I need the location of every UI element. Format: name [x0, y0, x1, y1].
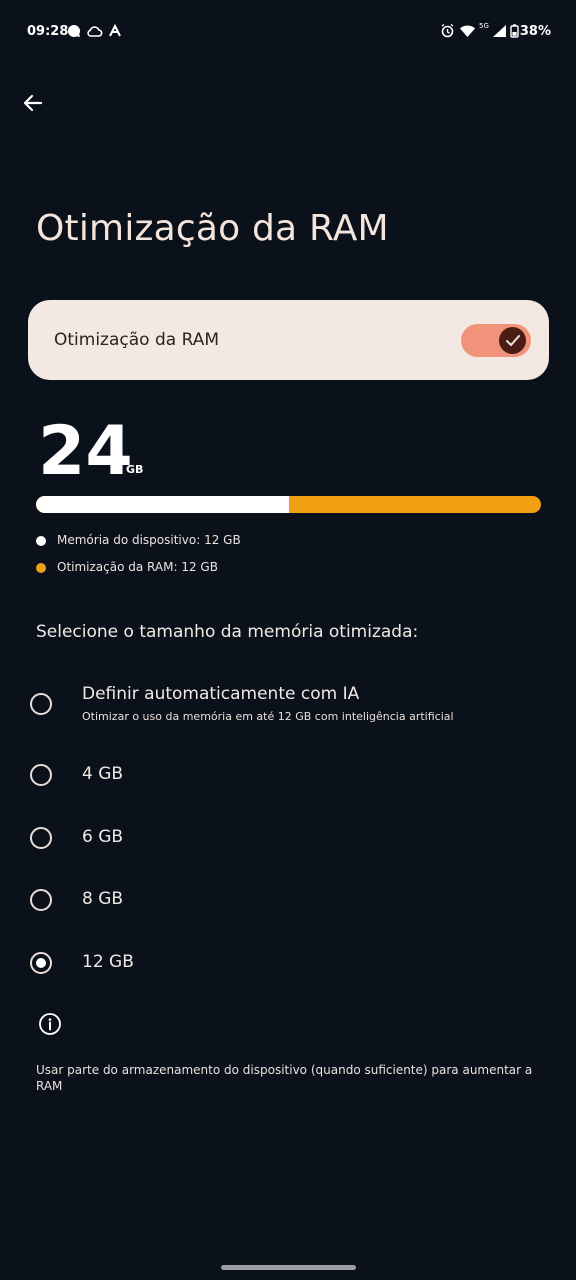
battery-percent: 38%: [519, 24, 551, 39]
ram-optimization-toggle[interactable]: [461, 324, 531, 357]
memory-bar: [36, 496, 541, 513]
status-bar: 09:28 5G 38%: [0, 0, 576, 64]
radio-6gb[interactable]: [30, 827, 52, 849]
option-label: 12 GB: [82, 952, 134, 972]
info-text: Usar parte do armazenamento do dispositi…: [36, 1063, 533, 1093]
radio-auto-ai[interactable]: [30, 693, 52, 715]
total-memory-unit: GB: [126, 463, 144, 476]
selection-heading: Selecione o tamanho da memória otimizada…: [36, 622, 419, 642]
info-icon: [39, 1013, 61, 1035]
option-8gb[interactable]: 8 GB: [0, 877, 576, 921]
chat-bubble-icon: [67, 24, 81, 37]
option-label: 4 GB: [82, 764, 124, 784]
ram-optimization-card[interactable]: Otimização da RAM: [28, 300, 549, 380]
legend-device-memory: Memória do dispositivo: 12 GB: [57, 533, 241, 547]
wifi-icon: [460, 25, 475, 37]
option-label: 6 GB: [82, 827, 124, 847]
option-label: Definir automaticamente com IA: [82, 684, 360, 704]
device-memory-fill: [36, 496, 289, 513]
option-auto-ai[interactable]: Definir automaticamente com IA Otimizar …: [0, 680, 576, 730]
back-button[interactable]: [18, 88, 48, 118]
battery-icon: [510, 24, 519, 38]
option-label: 8 GB: [82, 889, 124, 909]
option-6gb[interactable]: 6 GB: [0, 815, 576, 859]
legend-dot-ram-optimization: [36, 563, 46, 573]
check-icon: [506, 335, 520, 346]
home-indicator[interactable]: [221, 1265, 356, 1270]
total-memory-value: 24: [38, 412, 133, 491]
network-type: 5G: [479, 22, 489, 30]
option-description: Otimizar o uso da memória em até 12 GB c…: [82, 710, 454, 723]
radio-4gb[interactable]: [30, 764, 52, 786]
radio-12gb[interactable]: [30, 952, 52, 974]
page-title: Otimização da RAM: [36, 208, 389, 249]
arrow-left-icon: [23, 94, 43, 112]
option-12gb[interactable]: 12 GB: [0, 940, 576, 984]
legend-dot-device: [36, 536, 46, 546]
status-time: 09:28: [27, 24, 69, 39]
signal-icon: [493, 25, 506, 37]
cloud-icon: [87, 26, 103, 37]
radio-8gb[interactable]: [30, 889, 52, 911]
option-4gb[interactable]: 4 GB: [0, 752, 576, 796]
ram-optimization-label: Otimização da RAM: [54, 330, 219, 350]
legend-ram-optimization: Otimização da RAM: 12 GB: [57, 560, 218, 574]
alarm-icon: [441, 23, 454, 38]
a-icon: [109, 23, 121, 37]
toggle-knob: [499, 327, 526, 354]
